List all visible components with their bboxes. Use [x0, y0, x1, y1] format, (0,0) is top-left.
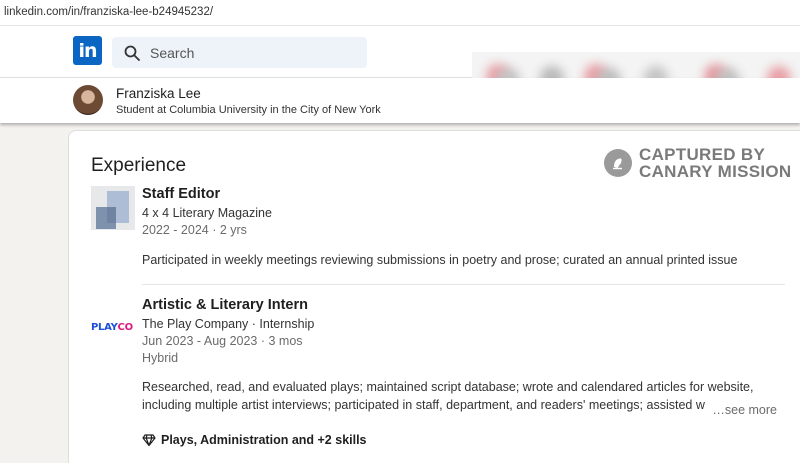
experience-card: Experience CAPTURED BY CANARY MISSION St…	[68, 130, 800, 463]
top-navbar: in Search	[0, 26, 800, 104]
company-logo[interactable]: PLAY CO	[91, 297, 135, 341]
playco-logo-text-a: PLAY	[91, 321, 118, 333]
job-description: Researched, read, and evaluated plays; m…	[142, 378, 777, 419]
company-name: 4 x 4 Literary Magazine	[142, 206, 272, 220]
job-title: Artistic & Literary Intern	[142, 297, 308, 313]
watermark-line-2: CANARY MISSION	[639, 162, 792, 181]
divider	[142, 284, 785, 285]
description-line-1: Researched, read, and evaluated plays; m…	[142, 380, 754, 394]
profile-headline: Student at Columbia University in the Ci…	[116, 104, 381, 116]
job-dates: 2022 - 2024 · 2 yrs	[142, 223, 247, 237]
canary-mission-logo-icon	[604, 149, 632, 177]
skills-text: Plays, Administration and +2 skills	[161, 433, 367, 447]
bird-icon	[613, 158, 622, 170]
search-input[interactable]: Search	[112, 37, 367, 68]
linkedin-logo-icon[interactable]: in	[73, 36, 102, 65]
search-icon	[124, 45, 140, 61]
job-location: Hybrid	[142, 351, 179, 365]
avatar[interactable]	[73, 85, 103, 115]
company-logo-icon	[91, 186, 135, 230]
company-name: The Play Company · Internship	[142, 317, 315, 331]
job-dates: Jun 2023 - Aug 2023 · 3 mos	[142, 334, 303, 348]
diamond-icon	[142, 434, 156, 447]
playco-logo-text-b: CO	[117, 321, 134, 333]
watermark: CAPTURED BY CANARY MISSION	[604, 146, 792, 180]
url-text: linkedin.com/in/franziska-lee-b24945232/	[4, 6, 214, 18]
description-line-2: including multiple artist interviews; pa…	[142, 398, 705, 412]
section-title: Experience	[91, 155, 187, 176]
profile-name[interactable]: Franziska Lee	[116, 86, 201, 101]
skills-row[interactable]: Plays, Administration and +2 skills	[142, 433, 785, 447]
job-description: Participated in weekly meetings reviewin…	[142, 253, 738, 267]
profile-sticky-header: Franziska Lee Student at Columbia Univer…	[0, 78, 800, 123]
browser-url-bar[interactable]: linkedin.com/in/franziska-lee-b24945232/	[0, 0, 800, 26]
search-placeholder: Search	[150, 44, 195, 61]
see-more-link[interactable]: …see more	[712, 401, 777, 419]
company-logo[interactable]	[91, 186, 135, 230]
job-title: Staff Editor	[142, 186, 221, 202]
watermark-line-1: CAPTURED BY	[639, 145, 766, 164]
